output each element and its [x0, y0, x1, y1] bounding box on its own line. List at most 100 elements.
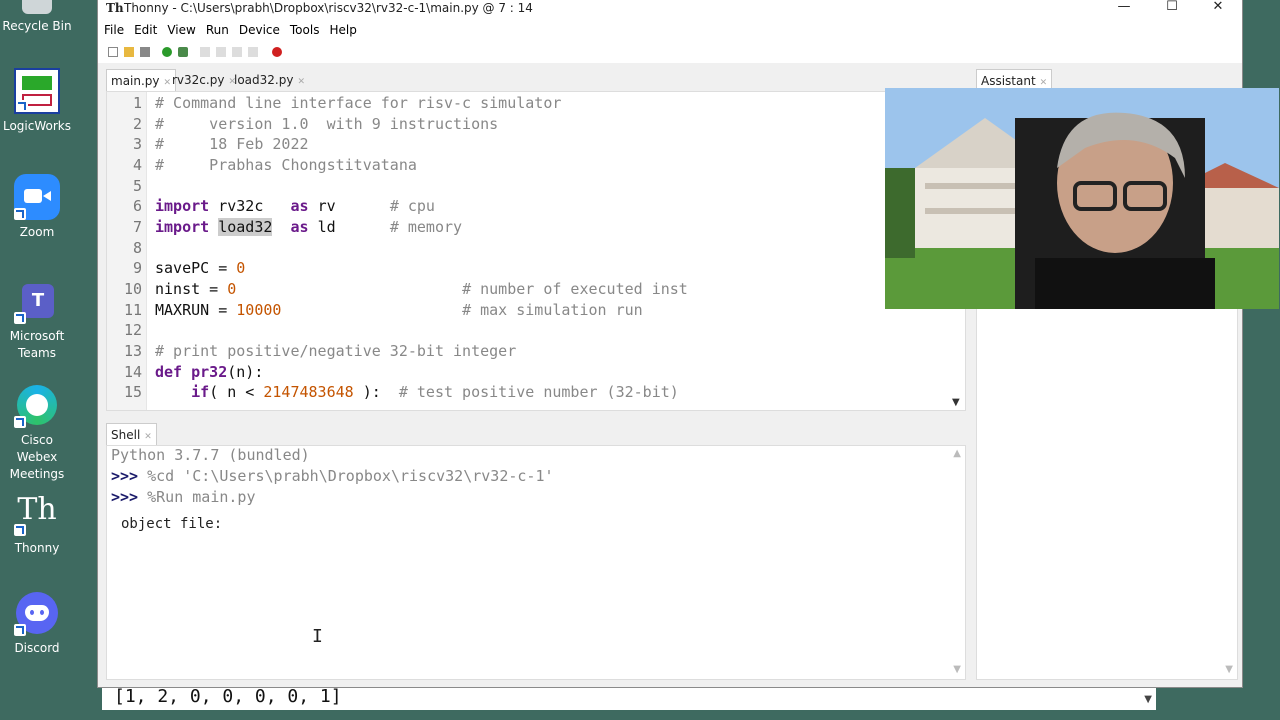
- tab-label: main.py: [111, 74, 160, 88]
- logicworks-icon: [14, 68, 60, 114]
- title-bar[interactable]: Th Thonny - C:\Users\prabh\Dropbox\riscv…: [98, 0, 1242, 19]
- close-tab-icon[interactable]: ✕: [144, 432, 152, 442]
- menu-edit[interactable]: Edit: [128, 19, 161, 37]
- code-line: # version 1.0 with 9 instructions: [155, 115, 499, 133]
- resume-icon[interactable]: [248, 47, 258, 57]
- tab-label: rv32c.py: [172, 73, 225, 87]
- menu-file[interactable]: File: [98, 19, 128, 37]
- desktop-icon-webex[interactable]: Cisco Webex Meetings: [0, 382, 74, 483]
- line-number: 1: [132, 94, 142, 112]
- maximize-button[interactable]: ☐: [1152, 0, 1192, 17]
- step-out-icon[interactable]: [232, 47, 242, 57]
- selected-text: load32: [218, 218, 273, 236]
- tab-label: Assistant: [981, 74, 1036, 88]
- code-line: if( n < 2147483648 ): # test positive nu…: [191, 383, 679, 401]
- teams-icon: T: [14, 278, 60, 324]
- stop-icon[interactable]: [272, 47, 282, 57]
- code-line: # 18 Feb 2022: [155, 135, 309, 153]
- tab-main-py[interactable]: main.py ✕: [106, 69, 177, 91]
- menu-run[interactable]: Run: [200, 19, 233, 37]
- thonny-logo-icon: Th: [106, 1, 124, 15]
- webex-icon: [14, 382, 60, 428]
- save-icon[interactable]: [140, 47, 150, 57]
- desktop-icon-thonny[interactable]: Th Thonny: [0, 490, 74, 557]
- desktop-icon-recycle-bin[interactable]: Recycle Bin: [0, 0, 74, 35]
- thonny-icon: Th: [14, 490, 60, 536]
- webcam-feed-image: [885, 88, 1279, 309]
- close-tab-icon[interactable]: ✕: [1040, 78, 1048, 88]
- code-line: def pr32(n):: [155, 363, 264, 381]
- shell-output: object file:: [121, 516, 231, 532]
- bottom-bar: [1, 2, 0, 0, 0, 0, 1] ▼: [102, 686, 1156, 710]
- code-line: # print positive/negative 32-bit integer: [155, 342, 517, 360]
- code-line: savePC = 0: [155, 259, 246, 277]
- line-number: 7: [132, 218, 142, 236]
- desktop-icon-logicworks[interactable]: LogicWorks: [0, 68, 74, 135]
- line-number: 2: [132, 115, 142, 133]
- desktop-icon-label: Zoom: [19, 225, 55, 239]
- line-number: 11: [123, 301, 142, 319]
- webcam-video: [885, 88, 1279, 309]
- line-number: 3: [132, 135, 142, 153]
- tab-load32-py[interactable]: load32.py ✕: [230, 69, 309, 91]
- tab-label: Shell: [111, 428, 141, 442]
- code-line: MAXRUN = 10000 # max simulation run: [155, 301, 643, 319]
- zoom-icon: [14, 174, 60, 220]
- line-number: 5: [132, 177, 142, 195]
- line-number: 13: [123, 342, 142, 360]
- menu-help[interactable]: Help: [323, 19, 360, 37]
- shell-line: >>> %Run main.py: [111, 488, 256, 506]
- line-number: 9: [132, 259, 142, 277]
- line-number: 10: [123, 280, 142, 298]
- menu-view[interactable]: View: [161, 19, 199, 37]
- discord-icon: [14, 590, 60, 636]
- toolbar: [98, 41, 1242, 63]
- shell-banner: Python 3.7.7 (bundled): [111, 446, 310, 464]
- line-number: 14: [123, 363, 142, 381]
- code-line: ninst = 0 # number of executed inst: [155, 280, 688, 298]
- line-number-gutter: 1 2 3 4 5 6 7 8 9 10 11 12 13 14 15: [107, 92, 147, 410]
- chevron-down-icon[interactable]: ▼: [1144, 694, 1152, 705]
- shell-panel[interactable]: Python 3.7.7 (bundled) >>> %cd 'C:\Users…: [106, 445, 966, 680]
- code-editor[interactable]: 1 2 3 4 5 6 7 8 9 10 11 12 13 14 15 # Co…: [106, 91, 966, 411]
- chevron-down-icon[interactable]: ▼: [1225, 664, 1233, 675]
- tab-shell[interactable]: Shell ✕: [106, 423, 157, 445]
- chevron-up-icon[interactable]: ▲: [953, 448, 961, 459]
- recycle-bin-icon: [22, 0, 52, 14]
- desktop-icon-teams[interactable]: T Microsoft Teams: [0, 278, 74, 362]
- line-number: 15: [123, 383, 142, 401]
- desktop-icon-zoom[interactable]: Zoom: [0, 174, 74, 241]
- code-line: import rv32c as rv # cpu: [155, 197, 435, 215]
- menu-device[interactable]: Device: [233, 19, 284, 37]
- open-file-icon[interactable]: [124, 47, 134, 57]
- desktop-icon-label: Thonny: [14, 541, 60, 555]
- chevron-down-icon[interactable]: ▼: [952, 397, 960, 408]
- tab-label: load32.py: [234, 73, 294, 87]
- code-line: # Prabhas Chongstitvatana: [155, 156, 417, 174]
- code-line: # Command line interface for risv-c simu…: [155, 94, 562, 112]
- code-line: import load32 as ld # memory: [155, 218, 463, 236]
- step-into-icon[interactable]: [216, 47, 226, 57]
- menu-tools[interactable]: Tools: [284, 19, 324, 37]
- desktop-icon-label: LogicWorks: [2, 119, 71, 133]
- run-icon[interactable]: [162, 47, 172, 57]
- chevron-down-icon[interactable]: ▼: [953, 664, 961, 675]
- menu-bar: File Edit View Run Device Tools Help: [98, 19, 1242, 41]
- desktop-icon-label: Cisco Webex Meetings: [9, 433, 65, 481]
- line-number: 6: [132, 197, 142, 215]
- new-file-icon[interactable]: [108, 47, 118, 57]
- debug-icon[interactable]: [178, 47, 188, 57]
- close-tab-icon[interactable]: ✕: [297, 77, 305, 87]
- line-number: 4: [132, 156, 142, 174]
- step-over-icon[interactable]: [200, 47, 210, 57]
- close-button[interactable]: ✕: [1198, 0, 1238, 17]
- desktop-icon-label: Discord: [14, 641, 60, 655]
- line-number: 12: [123, 321, 142, 339]
- shell-line: >>> %cd 'C:\Users\prabh\Dropbox\riscv32\…: [111, 467, 554, 485]
- window-title: Thonny - C:\Users\prabh\Dropbox\riscv32\…: [124, 1, 533, 15]
- text-cursor-icon: I: [312, 626, 323, 647]
- bottom-text: [1, 2, 0, 0, 0, 0, 1]: [114, 686, 342, 707]
- desktop-icon-discord[interactable]: Discord: [0, 590, 74, 657]
- line-number: 8: [132, 239, 142, 257]
- minimize-button[interactable]: —: [1104, 0, 1144, 17]
